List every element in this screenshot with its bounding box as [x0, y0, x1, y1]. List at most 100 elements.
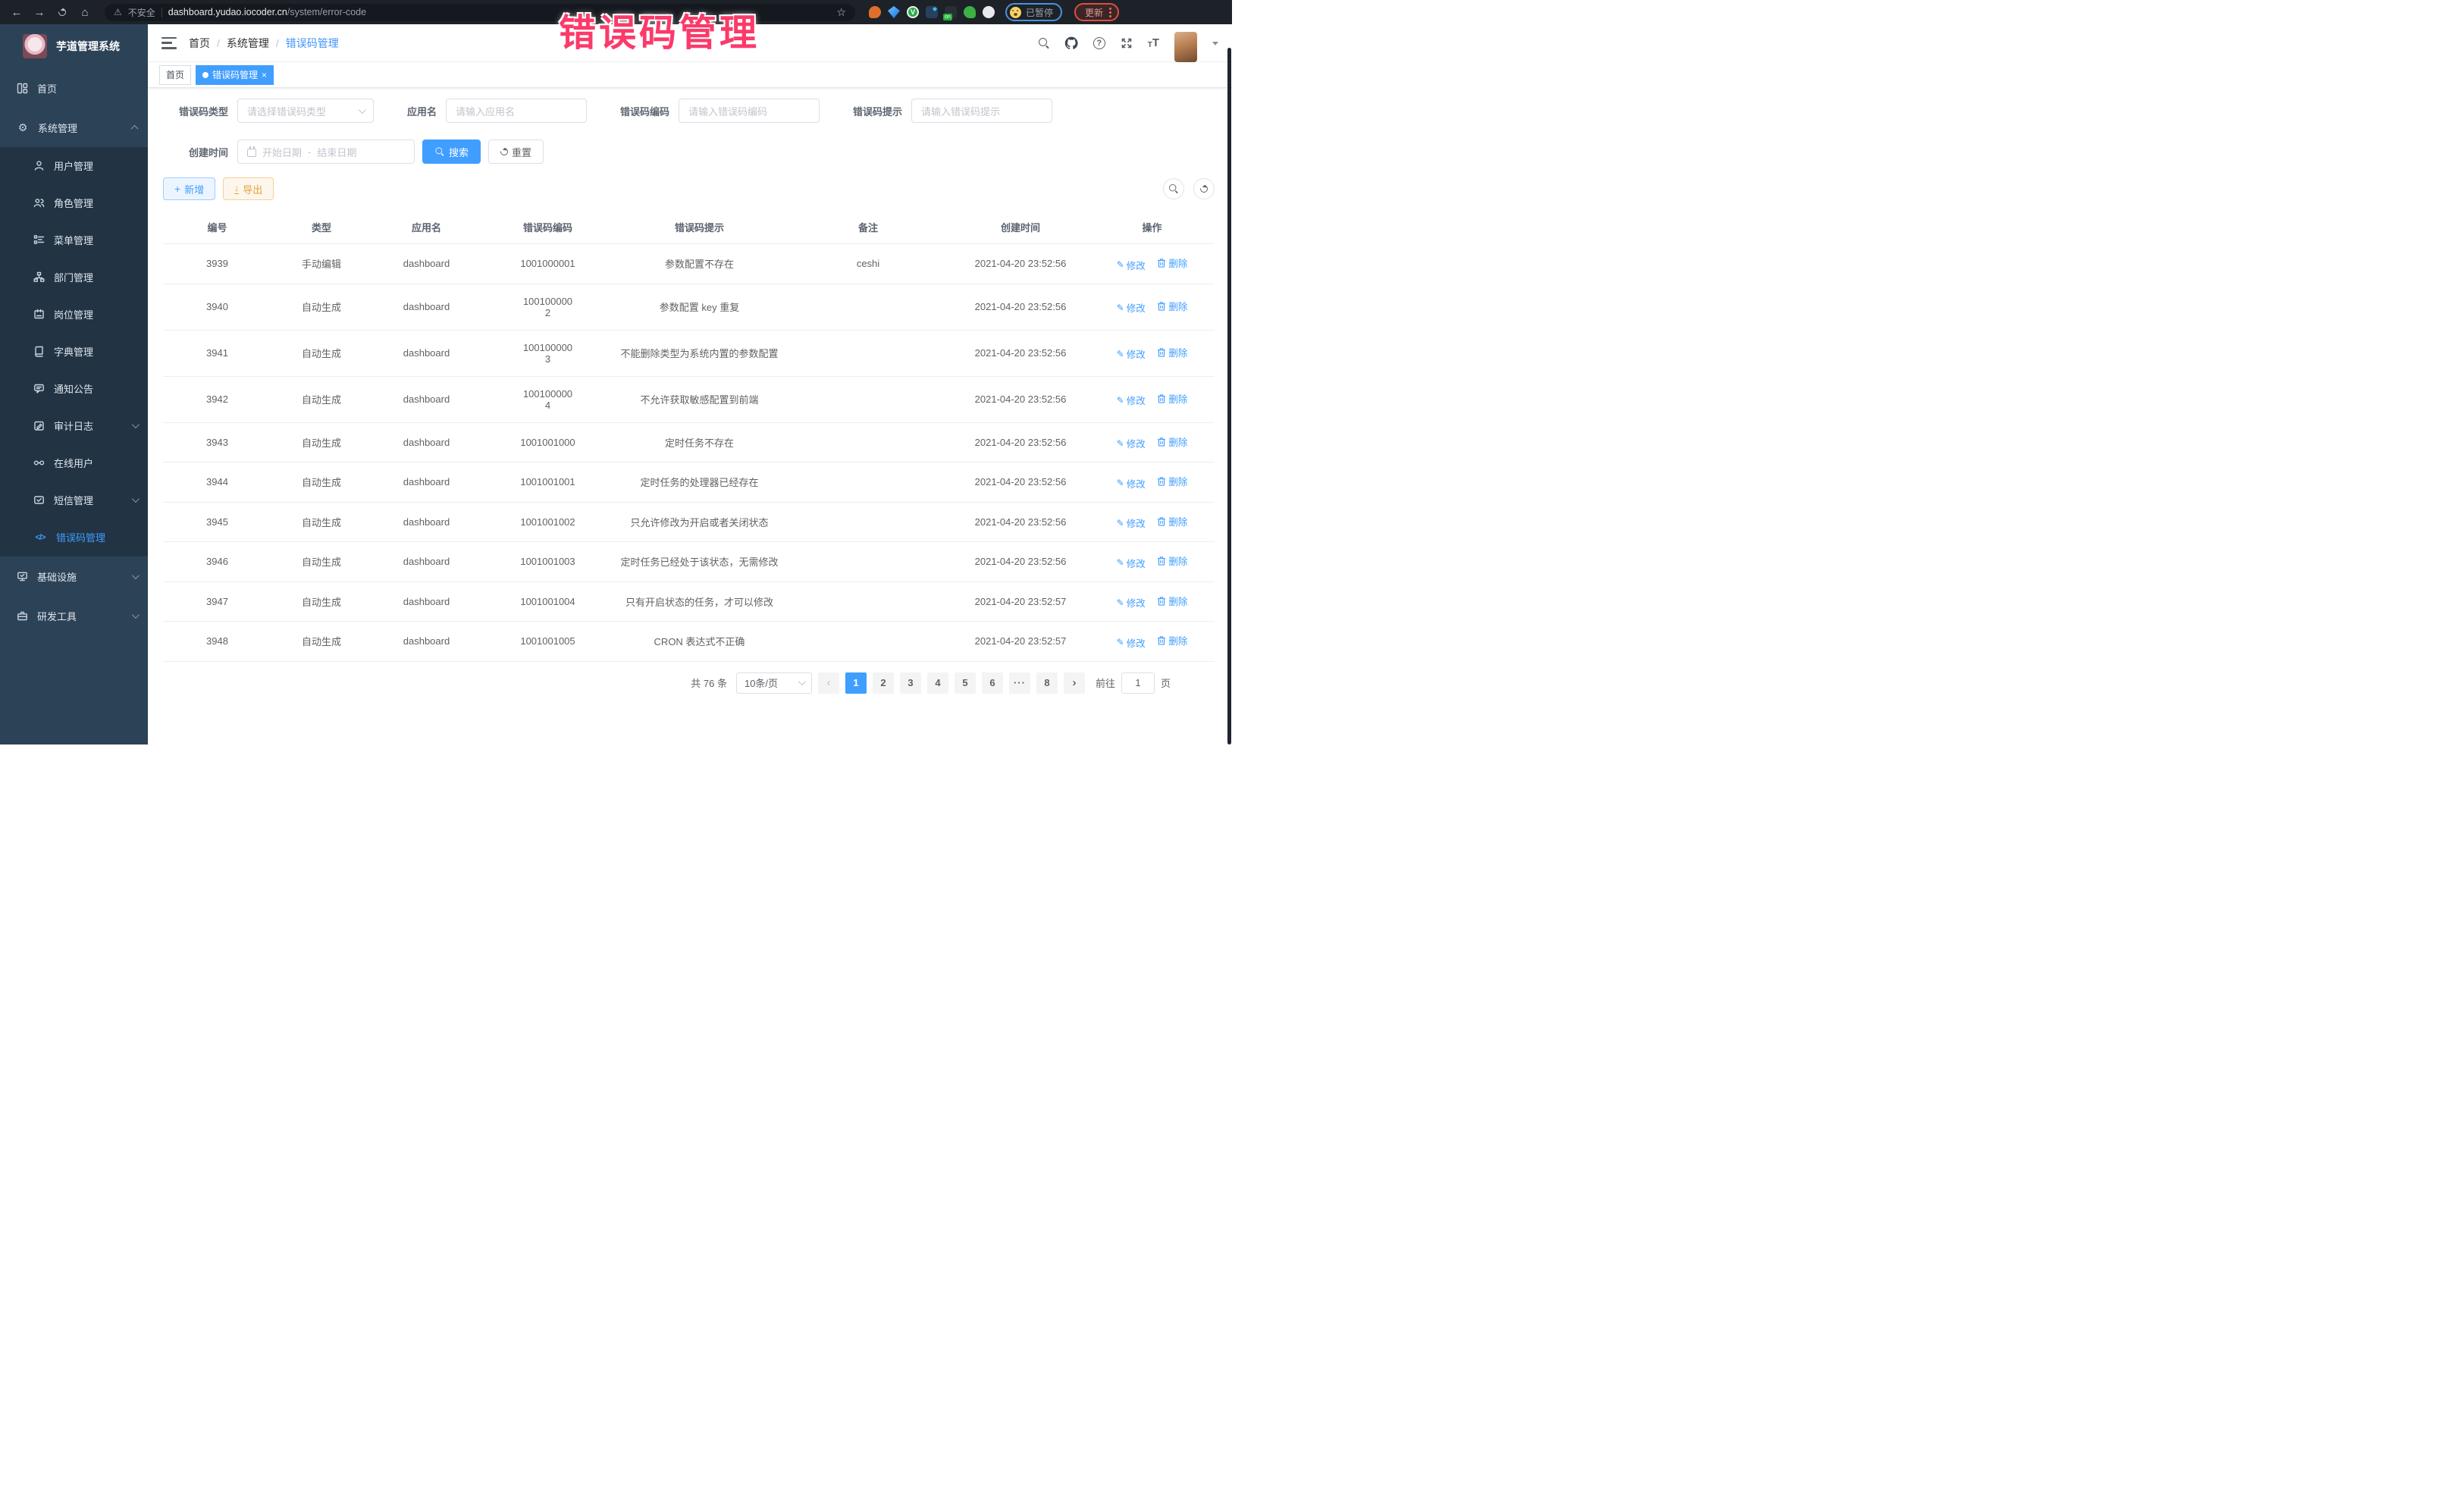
sidebar-item-departments[interactable]: 部门管理 [0, 259, 148, 296]
delete-link[interactable]: 删除 [1157, 633, 1187, 647]
page-size-select[interactable]: 10条/页 [736, 672, 812, 694]
table-row: 3940 自动生成 dashboard 100100000 2 参数配置 key… [163, 284, 1215, 330]
date-range-picker[interactable]: 开始日期 - 结束日期 [237, 139, 415, 164]
edit-link[interactable]: ✎修改 [1117, 436, 1146, 450]
page-button-5[interactable]: 5 [955, 672, 976, 694]
edit-pencil-icon: ✎ [1117, 597, 1124, 608]
goto-page-input[interactable] [1121, 672, 1155, 694]
sidebar-item-system[interactable]: ⚙ 系统管理 [0, 108, 148, 147]
delete-link[interactable]: 删除 [1157, 514, 1187, 528]
page-button-4[interactable]: 4 [927, 672, 948, 694]
page-scrollbar[interactable] [1227, 48, 1231, 744]
sidebar-item-notice[interactable]: 通知公告 [0, 370, 148, 407]
sidebar-item-infra[interactable]: 基础设施 [0, 556, 148, 596]
cell-time: 2021-04-20 23:52:56 [951, 376, 1089, 422]
profile-paused-chip[interactable]: 已暂停 [1005, 3, 1062, 21]
bookmark-star-icon[interactable]: ☆ [836, 6, 846, 19]
extension-icon[interactable] [869, 6, 881, 18]
delete-link[interactable]: 删除 [1157, 594, 1187, 608]
sidebar-item-sms[interactable]: 短信管理 [0, 481, 148, 519]
page-button-1[interactable]: 1 [845, 672, 867, 694]
edit-link[interactable]: ✎修改 [1117, 595, 1146, 610]
delete-link[interactable]: 删除 [1157, 474, 1187, 488]
error-code-input[interactable]: 请输入错误码编码 [679, 99, 820, 123]
browser-menu-dots-icon[interactable] [1109, 8, 1111, 17]
extension-icon[interactable] [945, 6, 957, 18]
cell-actions: ✎修改 删除 [1089, 330, 1215, 376]
reset-button[interactable]: 重置 [488, 139, 544, 164]
cell-actions: ✎修改 删除 [1089, 284, 1215, 330]
edit-link[interactable]: ✎修改 [1117, 393, 1146, 407]
edit-link[interactable]: ✎修改 [1117, 300, 1146, 315]
tag-error-code[interactable]: 错误码管理 × [196, 65, 274, 85]
sidebar-item-users[interactable]: 用户管理 [0, 147, 148, 184]
browser-reload-icon[interactable] [53, 3, 71, 21]
avatar-dropdown-caret-icon[interactable] [1212, 42, 1218, 49]
font-size-icon[interactable]: TT [1148, 36, 1159, 49]
export-button[interactable]: ↓ 导出 [223, 177, 274, 200]
sidebar-item-posts[interactable]: 岗位管理 [0, 296, 148, 333]
page-more-button[interactable]: ··· [1009, 672, 1030, 694]
edit-link[interactable]: ✎修改 [1117, 556, 1146, 570]
sidebar-logo[interactable]: 芋道管理系统 [0, 24, 148, 68]
update-label: 更新 [1085, 6, 1103, 19]
toggle-search-button[interactable] [1163, 178, 1184, 199]
puzzle-extensions-icon[interactable] [983, 6, 995, 18]
delete-link[interactable]: 删除 [1157, 553, 1187, 568]
sidebar-item-dict[interactable]: 字典管理 [0, 333, 148, 370]
browser-home-icon[interactable]: ⌂ [76, 3, 94, 21]
next-page-button[interactable]: › [1064, 672, 1085, 694]
extension-icon[interactable] [964, 6, 976, 18]
breadcrumb-home[interactable]: 首页 [189, 36, 210, 51]
page-button-2[interactable]: 2 [873, 672, 894, 694]
browser-back-icon[interactable]: ← [8, 3, 26, 21]
delete-link[interactable]: 删除 [1157, 299, 1187, 313]
page-button-8[interactable]: 8 [1036, 672, 1058, 694]
header-search-icon[interactable] [1039, 38, 1049, 49]
sidebar-item-dev-tools[interactable]: 研发工具 [0, 596, 148, 635]
error-type-select[interactable]: 请选择错误码类型 [237, 99, 374, 123]
extension-icon[interactable] [926, 6, 938, 18]
add-button[interactable]: + 新增 [163, 177, 215, 200]
tag-close-icon[interactable]: × [262, 71, 267, 80]
github-icon[interactable] [1064, 36, 1078, 50]
sidebar-item-online-users[interactable]: 在线用户 [0, 444, 148, 481]
delete-link[interactable]: 删除 [1157, 434, 1187, 449]
tag-home[interactable]: 首页 [159, 65, 191, 85]
page-button-6[interactable]: 6 [982, 672, 1003, 694]
edit-link[interactable]: ✎修改 [1117, 476, 1146, 491]
edit-link[interactable]: ✎修改 [1117, 346, 1146, 361]
browser-forward-icon[interactable]: → [30, 3, 49, 21]
fullscreen-icon[interactable] [1121, 37, 1133, 49]
sidebar-item-error-code[interactable]: </> 错误码管理 [0, 519, 148, 556]
browser-update-button[interactable]: 更新 [1074, 3, 1119, 21]
app-frame: 芋道管理系统 首页 ⚙ 系统管理 用户管理 [0, 24, 1232, 744]
delete-link[interactable]: 删除 [1157, 345, 1187, 359]
search-button[interactable]: 搜索 [422, 139, 481, 164]
error-hint-input[interactable]: 请输入错误码提示 [911, 99, 1052, 123]
prev-page-button[interactable]: ‹ [818, 672, 839, 694]
page-button-3[interactable]: 3 [900, 672, 921, 694]
extension-icon[interactable]: V [907, 6, 919, 18]
delete-trash-icon [1157, 301, 1166, 311]
breadcrumb-system[interactable]: 系统管理 [227, 36, 269, 51]
pagination: 共 76 条 10条/页 ‹ 123456···8 › 前往 页 [163, 672, 1171, 694]
sidebar-item-menus[interactable]: 菜单管理 [0, 221, 148, 259]
sidebar-item-roles[interactable]: 角色管理 [0, 184, 148, 221]
breadcrumb: 首页 / 系统管理 / 错误码管理 [189, 36, 339, 51]
sidebar-item-audit-log[interactable]: 审计日志 [0, 407, 148, 444]
edit-link[interactable]: ✎修改 [1117, 516, 1146, 530]
refresh-table-button[interactable] [1193, 178, 1215, 199]
delete-link[interactable]: 删除 [1157, 255, 1187, 270]
help-icon[interactable]: ? [1093, 37, 1105, 49]
sidebar-item-dashboard[interactable]: 首页 [0, 68, 148, 108]
extension-icon[interactable] [888, 6, 900, 18]
edit-link[interactable]: ✎修改 [1117, 258, 1146, 272]
cell-id: 3946 [163, 542, 271, 582]
edit-link[interactable]: ✎修改 [1117, 635, 1146, 650]
avatar[interactable] [1174, 32, 1197, 62]
hamburger-icon[interactable] [161, 37, 177, 49]
delete-link[interactable]: 删除 [1157, 391, 1187, 406]
app-name-input[interactable]: 请输入应用名 [446, 99, 587, 123]
table-header-row: 编号 类型 应用名 错误码编码 错误码提示 备注 创建时间 操作 [163, 211, 1215, 244]
